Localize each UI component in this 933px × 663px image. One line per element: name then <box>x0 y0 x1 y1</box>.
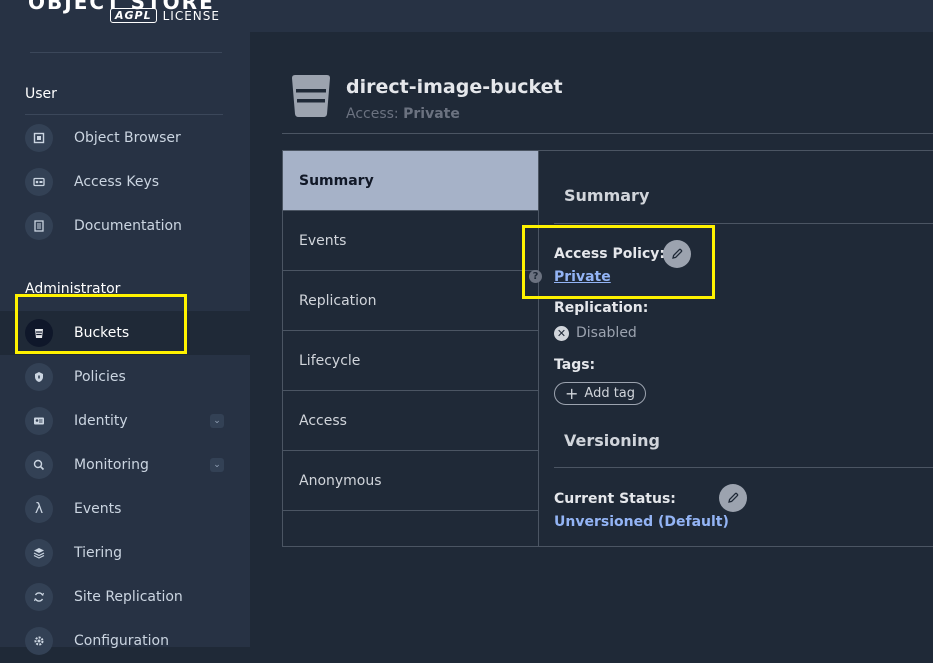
current-status-label: Current Status: <box>554 491 676 507</box>
tab-access[interactable]: Access <box>283 391 538 451</box>
agpl-badge: AGPL <box>110 8 157 23</box>
pencil-icon <box>728 492 739 503</box>
sidebar-item-label: Documentation <box>74 218 182 234</box>
sidebar-item-label: Access Keys <box>74 174 160 190</box>
top-bar <box>250 0 933 32</box>
replication-label: Replication: <box>554 300 649 316</box>
sidebar-item-configuration[interactable]: Configuration <box>0 619 250 663</box>
summary-heading: Summary <box>564 186 650 205</box>
divider <box>554 223 933 224</box>
sidebar: OBJECT STORE AGPL LICENSE User Object Br… <box>0 0 250 655</box>
versioning-heading: Versioning <box>564 431 660 450</box>
bucket-access: Access: Private <box>346 106 460 122</box>
sidebar-item-site-replication[interactable]: Site Replication <box>0 575 250 619</box>
highlight-box <box>522 225 715 299</box>
documentation-icon <box>25 212 53 240</box>
edit-versioning-button[interactable] <box>719 484 747 512</box>
highlight-box <box>15 294 187 354</box>
sidebar-item-tiering[interactable]: Tiering <box>0 531 250 575</box>
license-label: LICENSE <box>162 8 220 23</box>
bucket-tabs: Summary Events Replication Lifecycle Acc… <box>282 150 539 547</box>
tab-summary[interactable]: Summary <box>283 151 538 211</box>
plus-icon: + <box>565 383 579 403</box>
sidebar-item-label: Tiering <box>74 545 123 561</box>
divider <box>554 467 933 468</box>
add-tag-label: Add tag <box>584 386 636 401</box>
sidebar-item-label: Monitoring <box>74 457 149 473</box>
add-tag-button[interactable]: + Add tag <box>554 382 647 405</box>
sidebar-item-label: Object Browser <box>74 130 181 146</box>
tiering-icon <box>25 539 53 567</box>
sidebar-item-label: Identity <box>74 413 128 429</box>
current-status-value[interactable]: Unversioned (Default) <box>554 514 729 530</box>
bucket-title: direct-image-bucket <box>346 76 563 98</box>
sidebar-item-documentation[interactable]: Documentation <box>0 204 250 248</box>
logo-license: AGPL LICENSE <box>110 8 220 23</box>
sidebar-item-label: Site Replication <box>74 589 183 605</box>
sidebar-item-label: Events <box>74 501 122 517</box>
site-replication-icon <box>25 583 53 611</box>
sidebar-item-identity[interactable]: Identity ⌄ <box>0 399 250 443</box>
policies-icon <box>25 363 53 391</box>
monitoring-icon <box>25 451 53 479</box>
access-keys-icon <box>25 168 53 196</box>
object-browser-icon <box>25 124 53 152</box>
sidebar-item-label: Policies <box>74 369 126 385</box>
divider <box>30 52 222 53</box>
tab-anonymous[interactable]: Anonymous <box>283 451 538 511</box>
sidebar-item-monitoring[interactable]: Monitoring ⌄ <box>0 443 250 487</box>
sidebar-item-policies[interactable]: Policies <box>0 355 250 399</box>
identity-icon <box>25 407 53 435</box>
sidebar-item-object-browser[interactable]: Object Browser <box>0 116 250 160</box>
lambda-icon: λ <box>25 495 53 523</box>
chevron-down-icon[interactable]: ⌄ <box>210 458 224 472</box>
replication-status: ✕ Disabled <box>554 325 637 341</box>
tab-replication[interactable]: Replication <box>283 271 538 331</box>
access-prefix: Access: <box>346 106 399 122</box>
tab-lifecycle[interactable]: Lifecycle <box>283 331 538 391</box>
replication-value: Disabled <box>576 325 637 341</box>
sidebar-item-events[interactable]: λ Events <box>0 487 250 531</box>
divider <box>25 114 223 115</box>
tags-label: Tags: <box>554 357 596 373</box>
bucket-icon <box>290 74 332 118</box>
tab-events[interactable]: Events <box>283 211 538 271</box>
section-user-label: User <box>25 86 57 102</box>
access-value: Private <box>403 106 460 122</box>
chevron-down-icon[interactable]: ⌄ <box>210 414 224 428</box>
divider <box>282 133 933 134</box>
close-circle-icon: ✕ <box>554 325 569 341</box>
sidebar-item-access-keys[interactable]: Access Keys <box>0 160 250 204</box>
configuration-icon <box>25 627 53 655</box>
